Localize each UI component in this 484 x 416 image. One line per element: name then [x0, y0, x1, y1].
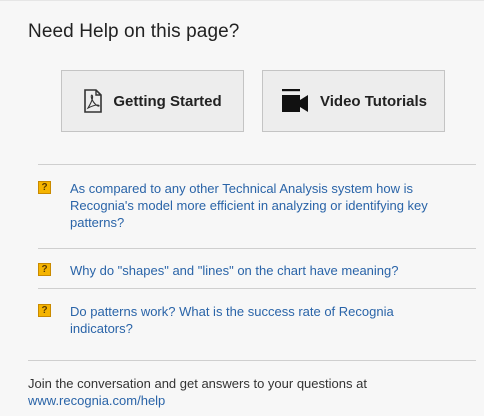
- divider: [28, 360, 476, 361]
- faq-item: ? Do patterns work? What is the success …: [38, 303, 476, 337]
- getting-started-label: Getting Started: [113, 92, 222, 110]
- video-tutorials-label: Video Tutorials: [320, 92, 427, 110]
- divider: [38, 164, 476, 165]
- faq-item: ? Why do "shapes" and "lines" on the cha…: [38, 262, 476, 279]
- video-tutorials-button[interactable]: Video Tutorials: [262, 70, 445, 132]
- divider: [38, 288, 476, 289]
- help-footer: Join the conversation and get answers to…: [28, 375, 464, 409]
- help-site-link[interactable]: www.recognia.com/help: [28, 393, 165, 408]
- footer-text: Join the conversation and get answers to…: [28, 376, 367, 391]
- question-badge-icon: ?: [38, 181, 51, 194]
- pdf-icon: [83, 89, 103, 113]
- faq-link[interactable]: Do patterns work? What is the success ra…: [70, 303, 455, 337]
- question-badge-icon: ?: [38, 263, 51, 276]
- divider: [38, 248, 476, 249]
- question-badge-icon: ?: [38, 304, 51, 317]
- getting-started-button[interactable]: Getting Started: [61, 70, 244, 132]
- video-camera-icon: [280, 88, 310, 114]
- faq-link[interactable]: Why do "shapes" and "lines" on the chart…: [70, 262, 399, 279]
- help-panel: Need Help on this page? Getting Started …: [0, 0, 484, 416]
- faq-item: ? As compared to any other Technical Ana…: [38, 180, 476, 231]
- faq-link[interactable]: As compared to any other Technical Analy…: [70, 180, 455, 231]
- help-title: Need Help on this page?: [28, 21, 240, 42]
